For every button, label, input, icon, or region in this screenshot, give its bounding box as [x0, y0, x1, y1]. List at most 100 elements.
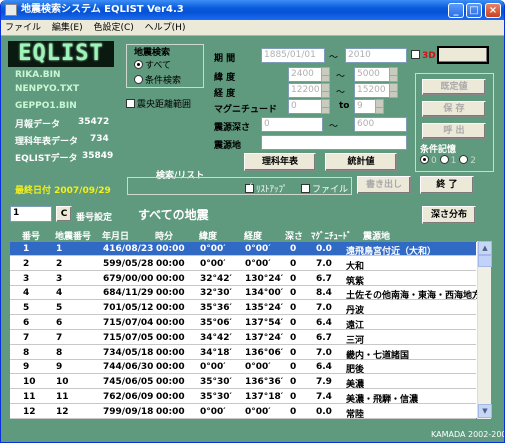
table-cell: 00:00 — [156, 273, 185, 284]
table-cell: 3 — [23, 273, 30, 284]
table-row[interactable]: 9 9 744/06/30 00:00 0°00′ 0°00′ 0 6.4 肥後 — [10, 360, 476, 375]
table-cell: 0°00′ — [200, 258, 226, 269]
stat-label-eqlist: EQLISTデータ — [15, 154, 78, 164]
lat-from-spinner[interactable] — [321, 67, 330, 82]
file-checkbox[interactable]: ファイル — [301, 182, 348, 195]
radio-all-dot[interactable] — [134, 60, 143, 69]
table-cell: 10 — [23, 377, 36, 388]
table-cell: 416/08/23 — [103, 244, 154, 254]
table-cell: 00:00 — [156, 362, 185, 373]
menu-help[interactable]: ヘルプ(H) — [141, 20, 190, 36]
lon-to-spinner[interactable] — [389, 83, 398, 98]
table-row[interactable]: 11 11 762/06/09 00:00 35°30′ 137°18′ 0 7.4 美濃・飛騨… — [10, 390, 476, 405]
epicenter-range-checkbox[interactable]: 震央距離範囲 — [126, 97, 191, 110]
table-row[interactable]: 8 8 734/05/18 00:00 34°18′ 136°06′ 0 7.0 畿内・七道諸国 — [10, 346, 476, 361]
table-row[interactable]: 6 6 715/07/04 00:00 35°06′ 137°54′ 0 6.4 遠江 — [10, 316, 476, 331]
epicenter-range-box[interactable] — [126, 99, 135, 108]
c-button[interactable]: C — [56, 206, 72, 222]
table-row[interactable]: 12 12 799/09/18 00:00 0°00′ 0°00′ 0 0.0 常陸 — [10, 405, 476, 420]
save-button[interactable]: 保 存 — [422, 101, 486, 117]
table-cell: 9 — [23, 362, 30, 373]
table-cell: 0°00′ — [200, 362, 226, 373]
period-to-field[interactable]: 2010 — [345, 48, 407, 63]
threeD-checkbox[interactable]: 3D — [411, 50, 436, 61]
scroll-down-icon[interactable]: ▼ — [478, 404, 492, 418]
table-row[interactable]: 2 2 599/05/28 00:00 0°00′ 0°00′ 0 7.0 大和 — [10, 257, 476, 272]
lat-to-spinner[interactable] — [389, 67, 398, 82]
scroll-up-icon[interactable]: ▲ — [478, 241, 492, 255]
memory-option-0: 0 — [431, 156, 437, 166]
radio-condition[interactable]: 条件検索 — [134, 73, 181, 86]
radio-condition-label: 条件検索 — [145, 76, 182, 86]
memory-option-1: 1 — [450, 156, 457, 166]
table-cell: 762/06/09 — [103, 392, 154, 402]
listup-box[interactable] — [245, 182, 254, 193]
table-cell: 常陸 — [346, 409, 365, 420]
epicenter-field[interactable] — [261, 135, 407, 150]
depth-to-field[interactable]: 600 — [354, 117, 407, 132]
table-row[interactable]: 1 1 416/08/23 00:00 0°00′ 0°00′ 0 0.0 遠飛鳥宮付近（大和） — [10, 242, 476, 257]
table-cell: 7.9 — [316, 377, 332, 388]
mag-from-spinner[interactable] — [321, 99, 330, 114]
mag-from-field[interactable]: 0 — [288, 99, 322, 114]
table-cell: 0 — [290, 318, 297, 328]
table-cell: 0°00′ — [245, 406, 271, 417]
menu-color[interactable]: 色設定(C) — [89, 20, 137, 36]
table-cell: 35°06′ — [200, 318, 232, 328]
lon-from-spinner[interactable] — [321, 83, 330, 98]
minimize-button[interactable]: _ — [448, 3, 464, 18]
write-button[interactable]: 書き出し — [357, 176, 411, 194]
table-cell: 00:00 — [156, 288, 185, 299]
depth-from-field[interactable]: 0 — [261, 117, 323, 132]
stats-button[interactable]: 統計値 — [325, 153, 397, 171]
threeD-box[interactable] — [411, 50, 420, 59]
rika-button[interactable]: 理科年表 — [244, 153, 316, 171]
lon-to-field[interactable]: 15200 — [354, 83, 390, 98]
map-button[interactable] — [437, 46, 489, 64]
condition-memory-options: 0 1 2 — [420, 155, 476, 166]
table-cell: 34°42′ — [200, 332, 232, 343]
table-cell: 135°24′ — [245, 303, 284, 314]
listup-checkbox[interactable]: ﾘｽﾄｱｯﾌﾟ — [245, 182, 288, 195]
table-cell: 00:00 — [156, 406, 185, 417]
file-box[interactable] — [301, 184, 310, 193]
table-cell: 6.4 — [316, 318, 332, 328]
epicenter-label: 震源地 — [214, 141, 242, 151]
table-row[interactable]: 3 3 679/00/00 00:00 32°42′ 130°24′ 0 6.7 筑紫 — [10, 272, 476, 287]
table-cell: 0°00′ — [245, 258, 271, 269]
lon-from-field[interactable]: 12200 — [288, 83, 322, 98]
table-row[interactable]: 10 10 745/06/05 00:00 35°30′ 136°36′ 0 7.9 美濃 — [10, 375, 476, 390]
table-cell: 715/07/04 — [103, 318, 154, 328]
table-cell: 136°36′ — [245, 377, 284, 388]
table-row[interactable]: 7 7 715/07/05 00:00 34°42′ 137°24′ 0 6.7 三河 — [10, 331, 476, 346]
lat-from-field[interactable]: 2400 — [288, 67, 322, 82]
memory-radio-0[interactable] — [420, 155, 429, 164]
period-from-field[interactable]: 1885/01/01 — [261, 48, 325, 63]
table-cell: 0°00′ — [200, 406, 226, 417]
table-scrollbar[interactable]: ▲ ▼ — [477, 241, 492, 419]
close-button[interactable]: × — [485, 3, 501, 18]
table-cell: 12 — [23, 406, 36, 417]
mag-to-field[interactable]: 9 — [354, 99, 376, 114]
memory-radio-1[interactable] — [439, 155, 449, 164]
mag-to-spinner[interactable] — [375, 99, 384, 114]
table-cell: 00:00 — [156, 347, 185, 358]
title-bar: 地震検索システム EQLIST Ver4.3 _ □ × — [1, 0, 504, 20]
menu-edit[interactable]: 編集(E) — [48, 20, 87, 36]
menu-file[interactable]: ファイル — [1, 20, 45, 36]
scroll-thumb[interactable] — [478, 255, 492, 267]
table-row[interactable]: 5 5 701/05/12 00:00 35°36′ 135°24′ 0 7.0 丹波 — [10, 301, 476, 316]
memory-radio-2[interactable] — [459, 155, 469, 164]
end-button[interactable]: 終 了 — [420, 176, 474, 194]
default-button[interactable]: 既定値 — [422, 79, 486, 95]
table-cell: 4 — [23, 288, 30, 299]
load-button[interactable]: 呼 出 — [422, 123, 486, 139]
lat-to-field[interactable]: 5000 — [354, 67, 390, 82]
radio-condition-dot[interactable] — [134, 75, 143, 84]
table-cell: 5 — [23, 303, 30, 314]
radio-all[interactable]: すべて — [134, 58, 171, 71]
number-field[interactable]: 1 — [10, 206, 52, 222]
maximize-button[interactable]: □ — [466, 3, 482, 18]
depth-distribution-button[interactable]: 深さ分布 — [422, 206, 476, 224]
table-row[interactable]: 4 4 684/11/29 00:00 32°30′ 134°00′ 0 8.4 土佐その他南海… — [10, 286, 481, 301]
